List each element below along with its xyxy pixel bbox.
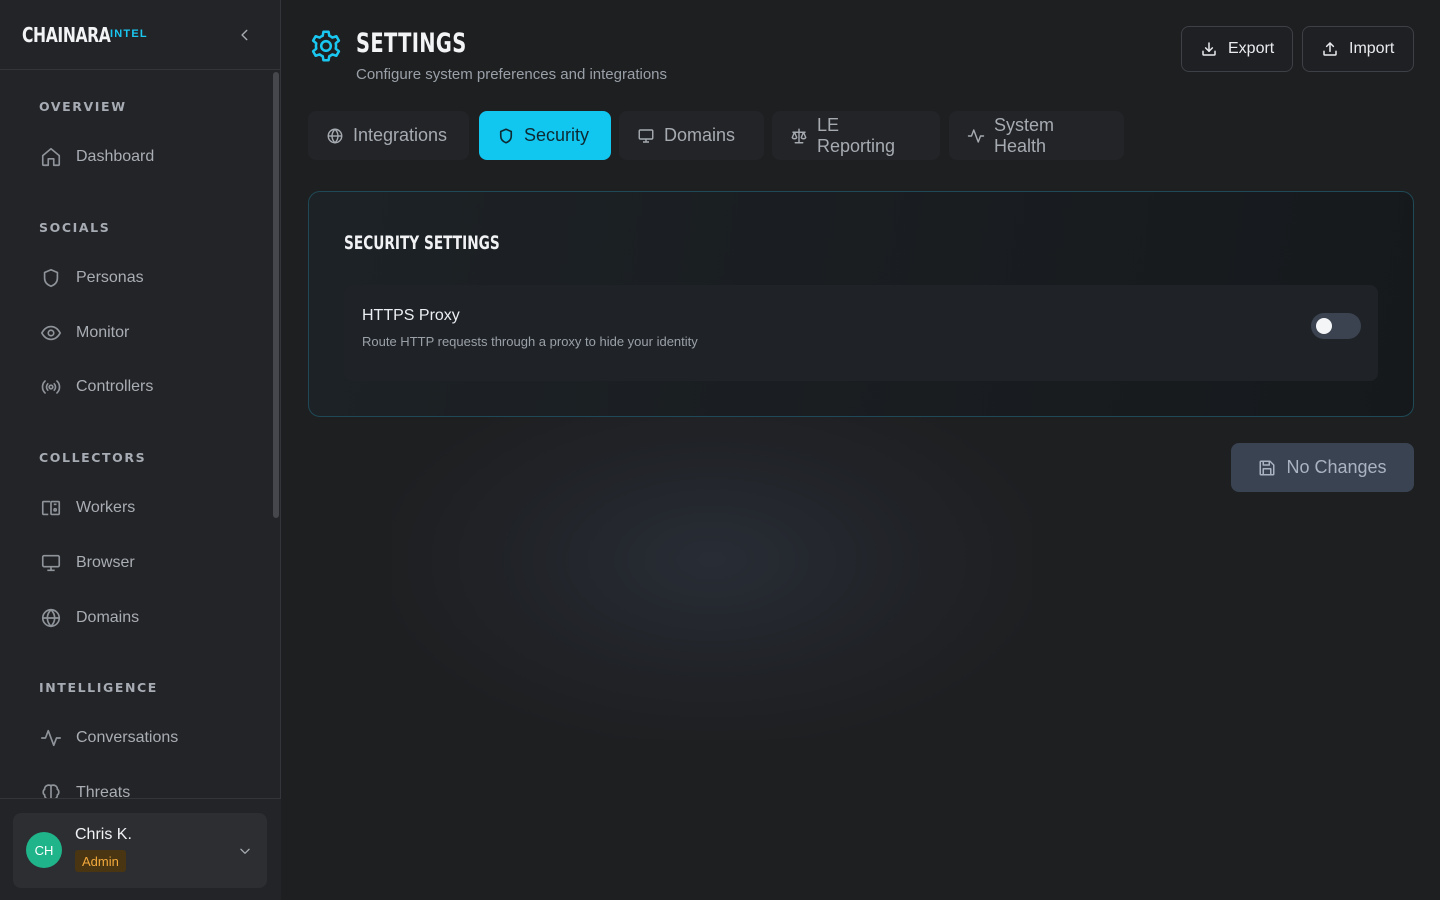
sidebar-item-personas[interactable]: Personas (16, 256, 266, 300)
sidebar-item-label: Dashboard (76, 148, 155, 165)
tab-domains[interactable]: Domains (619, 111, 764, 160)
collapse-sidebar-button[interactable] (234, 24, 256, 46)
sidebar-item-domains[interactable]: Domains (16, 596, 266, 640)
sidebar-item-label: Threats (76, 784, 131, 798)
tab-system-health[interactable]: System Health (949, 111, 1124, 160)
sidebar-item-conversations[interactable]: Conversations (16, 716, 266, 760)
save-label: No Changes (1286, 457, 1387, 477)
role-badge: Admin (75, 850, 126, 872)
page-title: SETTINGS (356, 28, 467, 59)
upload-icon (1321, 40, 1339, 58)
eye-icon (40, 322, 62, 344)
section-label-intelligence: INTELLIGENCE (39, 680, 158, 695)
card-title: SECURITY SETTINGS (344, 232, 500, 254)
user-menu-button[interactable]: CH Chris K. Admin (13, 813, 267, 888)
sidebar-item-label: Monitor (76, 324, 130, 341)
activity-icon (967, 127, 985, 145)
section-label-overview: OVERVIEW (39, 99, 127, 114)
sidebar-item-threats[interactable]: Threats (16, 771, 266, 798)
tab-integrations[interactable]: Integrations (308, 111, 469, 160)
scale-icon (790, 127, 808, 145)
background-glow (392, 380, 1032, 740)
import-label: Import (1349, 40, 1395, 57)
setting-description: Route HTTP requests through a proxy to h… (362, 334, 698, 349)
activity-icon (40, 727, 62, 749)
tab-le-reporting[interactable]: LE Reporting (772, 111, 940, 160)
sidebar: CHAINARA INTEL OVERVIEW Dashboard SOCIAL… (0, 0, 281, 900)
brand-tag: INTEL (110, 28, 148, 40)
setting-row-https-proxy: HTTPS Proxy Route HTTP requests through … (344, 285, 1378, 381)
https-proxy-toggle[interactable] (1311, 313, 1361, 339)
sidebar-item-controllers[interactable]: Controllers (16, 365, 266, 409)
sidebar-item-label: Controllers (76, 378, 154, 395)
home-icon (40, 146, 62, 168)
export-label: Export (1228, 40, 1275, 57)
sidebar-item-label: Conversations (76, 729, 179, 746)
shield-icon (497, 127, 515, 145)
main-content: SETTINGS Configure system preferences an… (282, 0, 1440, 900)
sidebar-item-browser[interactable]: Browser (16, 541, 266, 585)
section-label-collectors: COLLECTORS (39, 450, 147, 465)
shield-icon (40, 267, 62, 289)
user-name: Chris K. (75, 826, 132, 843)
sidebar-item-monitor[interactable]: Monitor (16, 311, 266, 355)
sidebar-item-workers[interactable]: Workers (16, 486, 266, 530)
tab-security[interactable]: Security (479, 111, 611, 160)
sidebar-scrollbar[interactable] (273, 72, 279, 518)
sidebar-item-label: Domains (76, 609, 140, 626)
monitor-icon (637, 127, 655, 145)
import-button[interactable]: Import (1302, 26, 1414, 72)
broadcast-icon (40, 376, 62, 398)
tab-label: Security (524, 125, 590, 145)
chevron-down-icon (235, 841, 255, 861)
globe-icon (40, 607, 62, 629)
sidebar-item-dashboard[interactable]: Dashboard (16, 135, 266, 179)
sidebar-item-label: Browser (76, 554, 135, 571)
devices-icon (40, 497, 62, 519)
avatar: CH (26, 832, 62, 868)
globe-icon (326, 127, 344, 145)
download-icon (1200, 40, 1218, 58)
monitor-icon (40, 552, 62, 574)
save-button[interactable]: No Changes (1231, 443, 1414, 492)
brand-header: CHAINARA INTEL (0, 0, 280, 70)
sidebar-item-label: Personas (76, 269, 144, 286)
section-label-socials: SOCIALS (39, 220, 111, 235)
export-button[interactable]: Export (1181, 26, 1293, 72)
tab-label: LE Reporting (817, 114, 896, 156)
tab-label: Integrations (353, 125, 448, 145)
setting-name: HTTPS Proxy (362, 307, 460, 324)
user-area: CH Chris K. Admin (0, 798, 281, 900)
tab-label: Domains (664, 125, 736, 145)
brain-icon (40, 782, 62, 798)
sidebar-item-label: Workers (76, 499, 136, 516)
chevron-left-icon (241, 29, 248, 41)
sidebar-nav[interactable]: OVERVIEW Dashboard SOCIALS Personas Moni… (0, 71, 281, 798)
tab-label: System Health (994, 114, 1055, 156)
save-icon (1258, 459, 1276, 477)
security-settings-card: SECURITY SETTINGS HTTPS Proxy Route HTTP… (308, 191, 1414, 417)
brand-name: CHAINARA (22, 22, 111, 47)
page-subtitle: Configure system preferences and integra… (356, 66, 668, 83)
gear-icon (308, 27, 344, 65)
toggle-knob (1316, 318, 1332, 334)
